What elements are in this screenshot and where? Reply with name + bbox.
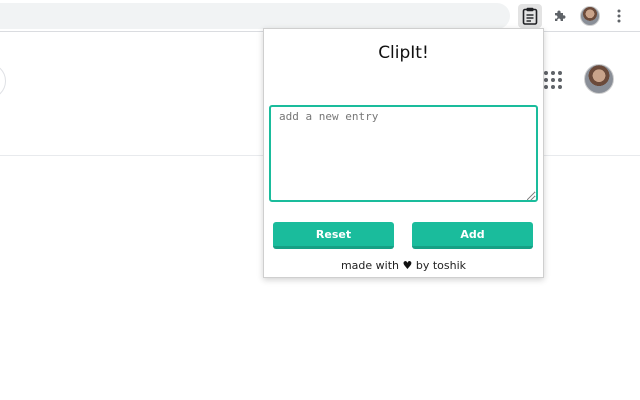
clipit-popup: ClipIt! Reset Add made with ♥ by toshik: [263, 28, 544, 278]
more-vert-icon: [617, 9, 621, 23]
address-bar[interactable]: [0, 3, 510, 29]
account-avatar[interactable]: [584, 64, 614, 94]
popup-footer: made with ♥ by toshik: [264, 259, 543, 272]
clipit-extension-button[interactable]: [518, 4, 542, 28]
profile-button[interactable]: [578, 4, 602, 28]
heart-icon: ♥: [402, 259, 413, 272]
clipboard-icon: [522, 7, 538, 25]
footer-prefix: made with: [340, 259, 399, 272]
puzzle-icon: [555, 10, 566, 21]
apps-grid-icon[interactable]: [544, 71, 562, 89]
add-button[interactable]: Add: [412, 222, 533, 249]
reset-button[interactable]: Reset: [273, 222, 394, 249]
new-entry-input[interactable]: [269, 105, 538, 202]
footer-suffix: by toshik: [415, 259, 467, 272]
partial-circle-element: [0, 63, 6, 99]
browser-menu-button[interactable]: [607, 4, 631, 28]
popup-title: ClipIt!: [378, 43, 429, 63]
profile-avatar: [580, 6, 600, 26]
extensions-button[interactable]: [548, 4, 572, 28]
